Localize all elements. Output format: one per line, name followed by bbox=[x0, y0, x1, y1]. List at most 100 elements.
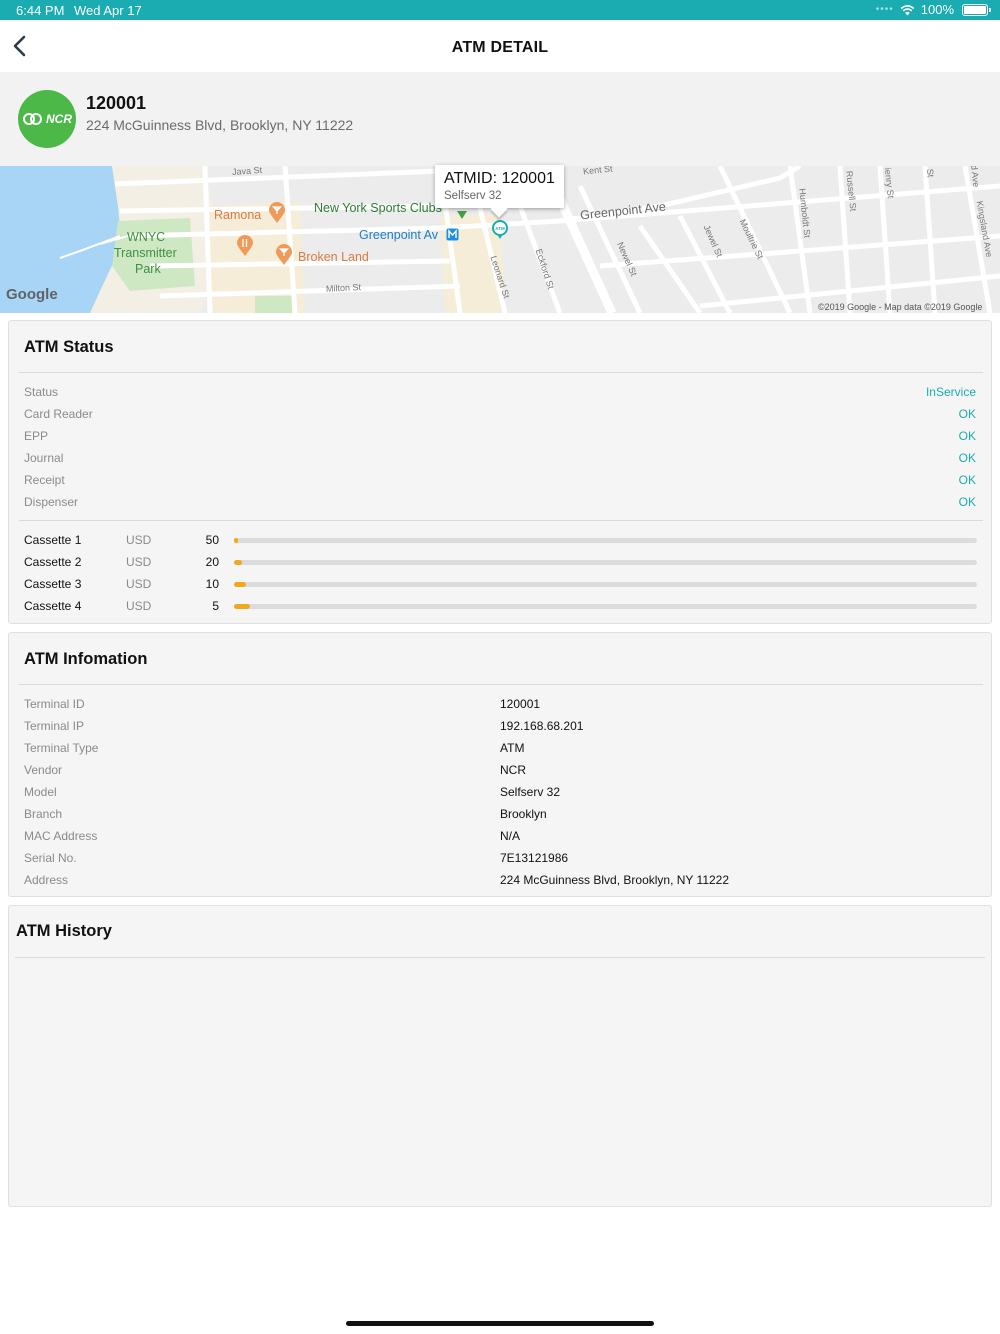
cassette-level-bar bbox=[234, 582, 977, 587]
cassette-level-bar bbox=[234, 604, 977, 609]
map-label-transmitter: Transmitter bbox=[114, 246, 177, 260]
mac-address-label: MAC Address bbox=[24, 829, 98, 843]
ncr-logo-icon bbox=[23, 113, 42, 125]
cassette-row: Cassette 2 USD 20 bbox=[24, 555, 977, 571]
nav-bar: ATM DETAIL bbox=[0, 20, 1000, 72]
journal-label: Journal bbox=[24, 451, 64, 465]
status-time: 6:44 PM bbox=[16, 3, 65, 18]
cassette-count: 5 bbox=[212, 599, 219, 613]
terminal-ip-label: Terminal IP bbox=[24, 719, 85, 733]
page-title: ATM DETAIL bbox=[451, 39, 549, 56]
dispenser-label: Dispenser bbox=[24, 495, 79, 509]
callout-title: ATMID: 120001 bbox=[444, 170, 555, 187]
atm-information-card: ATM Infomation Terminal ID 120001 Termin… bbox=[8, 632, 992, 897]
atm-history-card: ATM History bbox=[8, 905, 992, 1207]
cassette-level-fill bbox=[234, 604, 250, 609]
atm-header: NCR 120001 224 McGuinness Blvd, Brooklyn… bbox=[0, 72, 1000, 166]
status-date: Wed Apr 17 bbox=[74, 3, 142, 18]
ncr-logo-text: NCR bbox=[46, 112, 72, 126]
cassette-row: Cassette 1 USD 50 bbox=[24, 533, 977, 549]
divider bbox=[19, 372, 983, 373]
status-value: InService bbox=[925, 385, 976, 399]
home-indicator[interactable] bbox=[346, 1321, 654, 1326]
battery-percent: 100% bbox=[920, 2, 954, 17]
bar-pin-icon bbox=[276, 244, 292, 265]
terminal-ip-value: 192.168.68.201 bbox=[500, 719, 584, 733]
atm-address: 224 McGuinness Blvd, Brooklyn, NY 11222 bbox=[86, 117, 354, 133]
map-callout[interactable]: ATMID: 120001 Selfserv 32 bbox=[435, 165, 564, 208]
atm-status-card: ATM Status Status InService Card Reader … bbox=[8, 320, 992, 624]
terminal-id-label: Terminal ID bbox=[24, 697, 85, 711]
map-label-greenpoint-station: Greenpoint Av bbox=[359, 228, 438, 242]
dispenser-value: OK bbox=[958, 495, 976, 509]
address-value: 224 McGuinness Blvd, Brooklyn, NY 11222 bbox=[500, 873, 730, 887]
battery-icon bbox=[962, 3, 991, 16]
ncr-logo: NCR bbox=[18, 90, 76, 148]
cassette-currency: USD bbox=[126, 555, 152, 569]
section-title: ATM History bbox=[16, 922, 112, 940]
divider bbox=[15, 957, 985, 958]
signal-icon: •••• bbox=[875, 4, 894, 15]
serial-no-value: 7E13121986 bbox=[500, 851, 569, 865]
terminal-type-value: ATM bbox=[500, 741, 525, 755]
cassette-level-fill bbox=[234, 538, 238, 543]
vendor-label: Vendor bbox=[24, 763, 63, 777]
map-label-wnyc: WNYC bbox=[127, 230, 166, 244]
section-title: ATM Infomation bbox=[24, 650, 148, 668]
map-copyright: ©2019 Google - Map data ©2019 Google bbox=[818, 302, 983, 312]
map-label-ramona: Ramona bbox=[214, 208, 262, 222]
mac-address-value: N/A bbox=[500, 829, 521, 843]
cassette-row: Cassette 3 USD 10 bbox=[24, 577, 977, 593]
epp-value: OK bbox=[958, 429, 976, 443]
atm-pin-icon[interactable]: ATM bbox=[491, 220, 509, 240]
cassette-level-fill bbox=[234, 560, 243, 565]
cassette-count: 20 bbox=[205, 555, 219, 569]
serial-no-label: Serial No. bbox=[24, 851, 77, 865]
cassette-currency: USD bbox=[126, 599, 152, 613]
map-label-sports-club: New York Sports Clubs bbox=[314, 201, 442, 215]
branch-value: Brooklyn bbox=[500, 807, 547, 821]
bar-pin-icon bbox=[269, 202, 285, 223]
divider bbox=[19, 684, 983, 685]
svg-text:ATM: ATM bbox=[495, 226, 505, 231]
subway-icon bbox=[446, 228, 459, 241]
cassette-level-bar bbox=[234, 538, 977, 543]
section-title: ATM Status bbox=[24, 338, 114, 356]
cassette-name: Cassette 3 bbox=[24, 577, 82, 591]
google-logo: Google bbox=[6, 286, 58, 303]
map-street-st: St bbox=[924, 168, 936, 178]
epp-label: EPP bbox=[24, 429, 49, 443]
callout-subtitle: Selfserv 32 bbox=[444, 190, 502, 202]
receipt-value: OK bbox=[958, 473, 976, 487]
cassette-count: 50 bbox=[205, 533, 219, 547]
status-label: Status bbox=[24, 385, 59, 399]
restaurant-pin-icon bbox=[237, 235, 253, 256]
status-bar: 6:44 PM Wed Apr 17 •••• 100% bbox=[0, 0, 1000, 20]
divider bbox=[19, 520, 983, 521]
cassette-name: Cassette 2 bbox=[24, 555, 82, 569]
cassette-level-fill bbox=[234, 582, 246, 587]
branch-label: Branch bbox=[24, 807, 63, 821]
terminal-type-label: Terminal Type bbox=[24, 741, 99, 755]
atm-id: 120001 bbox=[86, 93, 147, 113]
journal-value: OK bbox=[958, 451, 976, 465]
terminal-id-value: 120001 bbox=[500, 697, 541, 711]
cassette-row: Cassette 4 USD 5 bbox=[24, 599, 977, 615]
address-label: Address bbox=[24, 873, 69, 887]
map-label-broken-land: Broken Land bbox=[298, 250, 369, 264]
wifi-icon bbox=[900, 4, 915, 15]
map-street-milton: Milton St bbox=[325, 282, 362, 294]
vendor-value: NCR bbox=[500, 763, 526, 777]
model-value: Selfserv 32 bbox=[500, 785, 561, 799]
status-right: •••• 100% bbox=[875, 2, 991, 17]
cassette-level-bar bbox=[234, 560, 977, 565]
model-label: Model bbox=[24, 785, 57, 799]
cassette-name: Cassette 4 bbox=[24, 599, 82, 613]
cassette-currency: USD bbox=[126, 577, 152, 591]
cassette-name: Cassette 1 bbox=[24, 533, 82, 547]
gym-pin-icon bbox=[457, 211, 467, 219]
cassette-count: 10 bbox=[205, 577, 219, 591]
map-label-park: Park bbox=[135, 262, 161, 276]
map-street-ave: d Ave bbox=[969, 166, 982, 188]
cassette-currency: USD bbox=[126, 533, 152, 547]
